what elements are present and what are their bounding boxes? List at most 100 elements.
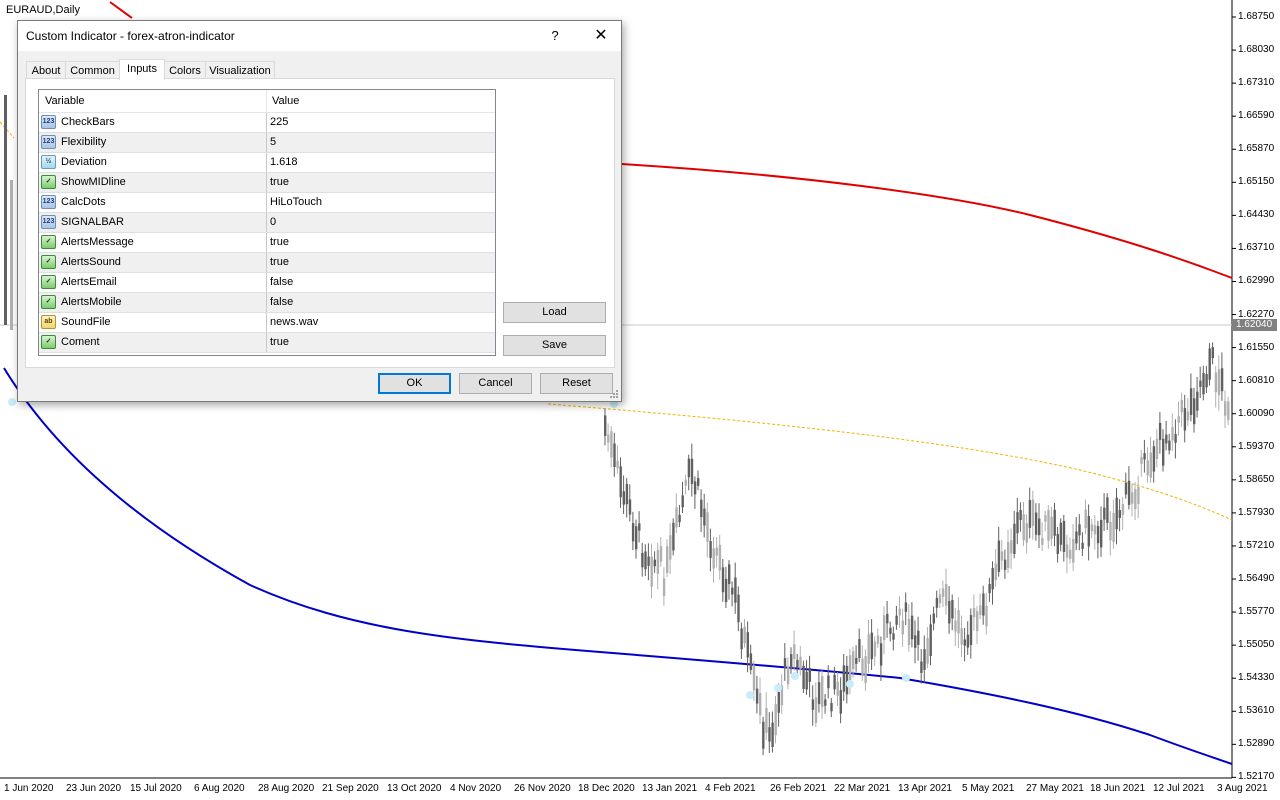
candle-body [1078,524,1081,536]
candle-body [1109,521,1112,541]
input-row-calcdots[interactable]: 123 CalcDots HiLoTouch [39,193,495,213]
candle-body [728,564,731,585]
variable-cell[interactable]: ab SoundFile [39,313,267,332]
input-row-alertsmessage[interactable]: ✓ AlertsMessage true [39,233,495,253]
reset-button[interactable]: Reset [540,373,613,394]
ok-button[interactable]: OK [378,373,451,394]
value-cell[interactable]: HiLoTouch [270,196,322,208]
input-row-soundfile[interactable]: ab SoundFile news.wav [39,313,495,333]
candle-body [740,628,743,650]
candle-body [1106,497,1109,523]
tab-colors[interactable]: Colors [164,61,206,79]
input-row-checkbars[interactable]: 123 CheckBars 225 [39,113,495,133]
candle-body [1090,524,1094,532]
cancel-button[interactable]: Cancel [459,373,532,394]
signal-dot [746,691,754,699]
variable-cell[interactable]: ✓ AlertsEmail [39,273,267,292]
column-header-variable[interactable]: Variable [45,95,85,107]
signal-dot [791,672,799,680]
variable-cell[interactable]: ✓ AlertsMessage [39,233,267,252]
candle-body [1149,452,1152,478]
input-row-flexibility[interactable]: 123 Flexibility 5 [39,133,495,153]
value-cell[interactable]: true [270,256,289,268]
candle-body [675,507,678,528]
value-cell[interactable]: true [270,336,289,348]
input-row-alertsemail[interactable]: ✓ AlertsEmail false [39,273,495,293]
candle-body [1193,398,1196,425]
dialog-title: Custom Indicator - forex-atron-indicator [26,29,235,43]
candle-body [954,620,957,632]
price-tick-label: 1.60810 [1238,374,1275,386]
variable-cell[interactable]: 123 CheckBars [39,113,267,132]
tab-about[interactable]: About [26,61,66,79]
variable-cell[interactable]: ✓ AlertsMobile [39,293,267,312]
date-tick-label: 12 Jul 2021 [1153,783,1205,794]
tab-common[interactable]: Common [65,61,120,79]
value-cell[interactable]: 1.618 [270,156,298,168]
bool-icon: ✓ [41,275,56,289]
variable-cell[interactable]: ✓ Coment [39,333,267,352]
value-cell[interactable]: true [270,236,289,248]
price-tick-label: 1.56490 [1238,573,1275,585]
save-button[interactable]: Save [503,335,606,356]
input-row-deviation[interactable]: ½ Deviation 1.618 [39,153,495,173]
resize-grip-icon[interactable] [609,389,619,399]
input-row-coment[interactable]: ✓ Coment true [39,333,495,353]
candle-body [759,693,762,716]
variable-name: Coment [61,336,100,348]
candle-body [941,588,945,597]
value-cell[interactable]: 0 [270,216,276,228]
custom-indicator-dialog: Custom Indicator - forex-atron-indicator… [17,20,622,402]
column-divider[interactable] [266,90,267,112]
inputs-grid[interactable]: Variable Value 123 CheckBars 225 123 Flexibi… [38,89,496,356]
bool-icon: ✓ [41,235,56,249]
value-cell[interactable]: 225 [270,116,288,128]
candle-body [817,682,821,705]
variable-name: ShowMIDline [61,176,126,188]
variable-name: AlertsMessage [61,236,134,248]
candle-body [1146,460,1149,476]
candle-body [777,692,780,713]
help-button[interactable]: ? [538,21,572,51]
candle-body [1103,507,1106,520]
variable-cell[interactable]: ✓ ShowMIDline [39,173,267,192]
value-cell[interactable]: false [270,296,293,308]
variable-name: Deviation [61,156,107,168]
input-row-alertssound[interactable]: ✓ AlertsSound true [39,253,495,273]
input-row-signalbar[interactable]: 123 SIGNALBAR 0 [39,213,495,233]
close-icon[interactable]: ✕ [581,21,621,51]
candle-body [923,649,926,670]
variable-cell[interactable]: ✓ AlertsSound [39,253,267,272]
candle-body [1165,434,1168,444]
variable-cell[interactable]: 123 SIGNALBAR [39,213,267,232]
candle-body [830,703,833,712]
input-row-alertsmobile[interactable]: ✓ AlertsMobile false [39,293,495,313]
dialog-titlebar[interactable]: Custom Indicator - forex-atron-indicator… [18,21,621,51]
load-button[interactable]: Load [503,302,606,323]
tab-inputs[interactable]: Inputs [119,59,165,80]
candle-body [1174,434,1177,443]
candle-body [1205,374,1208,388]
value-cell[interactable]: 5 [270,136,276,148]
candle-body [641,552,644,568]
value-cell[interactable]: true [270,176,289,188]
tab-visualization[interactable]: Visualization [205,61,275,79]
candle-body [1050,516,1053,539]
variable-cell[interactable]: 123 CalcDots [39,193,267,212]
grid-header: Variable Value [39,90,495,113]
value-cell[interactable]: news.wav [270,316,318,328]
candle-body [1062,521,1066,552]
candle-body [638,523,641,531]
candle-body [1137,486,1140,504]
candle-body [842,665,846,692]
input-row-showmidline[interactable]: ✓ ShowMIDline true [39,173,495,193]
candle-body [1031,499,1035,526]
date-tick-label: 21 Sep 2020 [322,783,379,794]
candle-body [1059,522,1063,545]
variable-cell[interactable]: ½ Deviation [39,153,267,172]
date-tick-label: 4 Nov 2020 [450,783,502,794]
candle-body [718,544,722,571]
column-header-value[interactable]: Value [272,95,299,107]
value-cell[interactable]: false [270,276,293,288]
variable-cell[interactable]: 123 Flexibility [39,133,267,152]
